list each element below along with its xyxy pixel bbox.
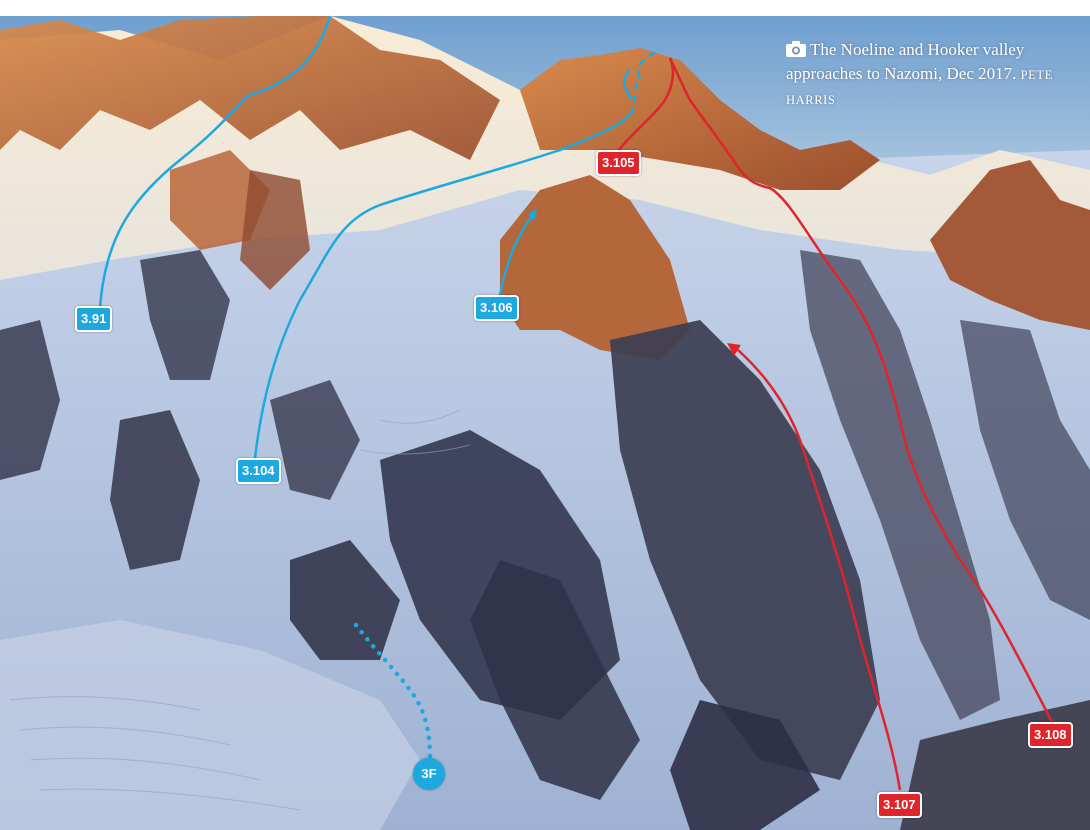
route-label-3.91: 3.91	[75, 306, 113, 332]
mountain-topo-image	[0, 0, 1090, 830]
route-label-3.106: 3.106	[474, 295, 519, 321]
route-label-3.107: 3.107	[877, 792, 922, 818]
page-top-margin	[0, 0, 1090, 16]
photo-caption: The Noeline and Hooker valley approaches…	[786, 38, 1056, 112]
camera-icon	[786, 41, 806, 57]
route-label-3.104: 3.104	[236, 458, 281, 484]
caption-text: The Noeline and Hooker valley approaches…	[786, 40, 1025, 83]
route-label-3F: 3F	[413, 758, 445, 790]
mountain-photo: 3.91 3.104 3.105 3.106 3.107 3.108 3F Th…	[0, 0, 1090, 830]
route-label-3.108: 3.108	[1028, 722, 1073, 748]
route-label-3.105: 3.105	[596, 150, 641, 176]
